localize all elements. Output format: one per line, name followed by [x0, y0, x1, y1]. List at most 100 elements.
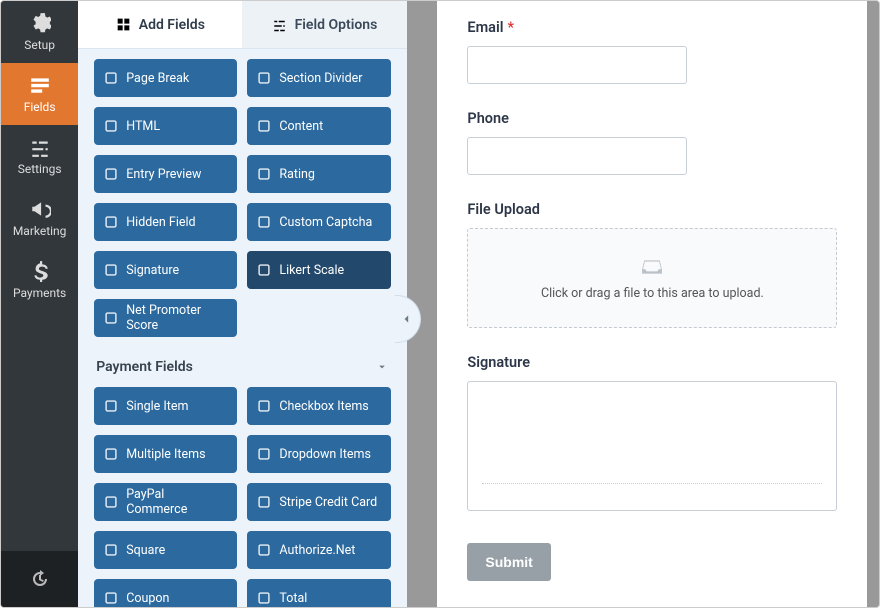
payment-block-authorize-net[interactable]: Authorize.Net — [247, 531, 390, 569]
star-icon — [257, 167, 271, 181]
tab-field-options[interactable]: Field Options — [242, 1, 406, 48]
field-block-likert-scale[interactable]: Likert Scale — [247, 251, 390, 289]
field-block-section-divider[interactable]: Section Divider — [247, 59, 390, 97]
form-canvas[interactable]: Email* Phone File Upload Click or drag a… — [437, 1, 867, 607]
tab-add-fields[interactable]: Add Fields — [78, 1, 242, 48]
sidebar-item-marketing[interactable]: Marketing — [1, 187, 78, 249]
page-icon — [104, 71, 118, 85]
upload-hint: Click or drag a file to this area to upl… — [541, 286, 764, 301]
gauge-icon — [104, 311, 118, 325]
sidebar-item-label: Marketing — [13, 224, 67, 238]
signature-label: Signature — [467, 354, 837, 371]
card-icon — [257, 543, 271, 557]
field-block-hidden-field[interactable]: Hidden Field — [94, 203, 237, 241]
dollar-icon — [29, 260, 51, 282]
field-block-signature[interactable]: Signature — [94, 251, 237, 289]
card-icon — [257, 495, 271, 509]
gear-icon — [29, 12, 51, 34]
payment-block-coupon[interactable]: Coupon — [94, 579, 237, 607]
payment-block-dropdown-items[interactable]: Dropdown Items — [247, 435, 390, 473]
form-icon — [29, 74, 51, 96]
code-icon — [104, 119, 118, 133]
grid-icon — [116, 17, 131, 32]
field-block-label: Rating — [279, 167, 315, 182]
field-block-label: Hidden Field — [126, 215, 195, 230]
history-button[interactable] — [1, 551, 78, 607]
panel-body[interactable]: Page Break Section Divider HTML Content Entr… — [78, 49, 406, 607]
field-block-content[interactable]: Content — [247, 107, 390, 145]
payment-block-multiple-items[interactable]: Multiple Items — [94, 435, 237, 473]
field-block-label: Square — [126, 543, 165, 558]
field-block-label: Coupon — [126, 591, 169, 606]
field-block-label: Total — [279, 591, 307, 606]
bullhorn-icon — [29, 198, 51, 220]
sidebar-item-settings[interactable]: Settings — [1, 125, 78, 187]
upload-label: File Upload — [467, 201, 837, 218]
field-block-net-promoter-score[interactable]: Net Promoter Score — [94, 299, 237, 337]
field-block-label: Likert Scale — [279, 263, 344, 278]
field-block-html[interactable]: HTML — [94, 107, 237, 145]
upload-dropzone[interactable]: Click or drag a file to this area to upl… — [467, 228, 837, 328]
eyeoff-icon — [104, 215, 118, 229]
field-email[interactable]: Email* — [467, 19, 837, 84]
left-sidebar: Setup Fields Settings Marketing Payments — [1, 1, 78, 607]
chevron-down-icon[interactable] — [375, 360, 389, 374]
field-block-custom-captcha[interactable]: Custom Captcha — [247, 203, 390, 241]
field-block-label: Checkbox Items — [279, 399, 368, 414]
field-block-label: Custom Captcha — [279, 215, 372, 230]
eye-icon — [104, 167, 118, 181]
field-block-rating[interactable]: Rating — [247, 155, 390, 193]
doc-icon — [257, 119, 271, 133]
field-block-entry-preview[interactable]: Entry Preview — [94, 155, 237, 193]
field-block-label: Signature — [126, 263, 179, 278]
field-phone[interactable]: Phone — [467, 110, 837, 175]
list-icon — [104, 447, 118, 461]
signature-pad[interactable] — [467, 381, 837, 511]
sidebar-item-label: Fields — [24, 100, 56, 114]
inbox-icon — [641, 256, 663, 278]
dots-icon — [257, 263, 271, 277]
field-file-upload[interactable]: File Upload Click or drag a file to this… — [467, 201, 837, 328]
card-icon — [104, 495, 118, 509]
submit-button[interactable]: Submit — [467, 543, 550, 581]
field-block-label: Net Promoter Score — [126, 303, 227, 333]
payment-block-paypal-commerce[interactable]: PayPal Commerce — [94, 483, 237, 521]
tab-label: Field Options — [295, 17, 378, 33]
dropdown-icon — [257, 447, 271, 461]
payment-block-stripe-credit-card[interactable]: Stripe Credit Card — [247, 483, 390, 521]
email-label: Email* — [467, 19, 837, 36]
sidebar-item-setup[interactable]: Setup — [1, 1, 78, 63]
sidebar-item-label: Setup — [24, 38, 55, 52]
field-block-label: Stripe Credit Card — [279, 495, 377, 510]
section-title: Payment Fields — [96, 359, 193, 375]
field-block-label: Section Divider — [279, 71, 362, 86]
sidebar-item-label: Payments — [13, 286, 66, 300]
divide-icon — [257, 71, 271, 85]
phone-input[interactable] — [467, 137, 687, 175]
sliders-icon — [29, 136, 51, 158]
payment-block-total[interactable]: Total — [247, 579, 390, 607]
field-block-label: Multiple Items — [126, 447, 205, 462]
field-block-label: Single Item — [126, 399, 188, 414]
section-payment-fields[interactable]: Payment Fields — [96, 359, 388, 375]
help-icon — [257, 215, 271, 229]
check-icon — [257, 399, 271, 413]
field-block-page-break[interactable]: Page Break — [94, 59, 237, 97]
payment-block-single-item[interactable]: Single Item — [94, 387, 237, 425]
tab-label: Add Fields — [139, 17, 205, 33]
coupon-icon — [104, 591, 118, 605]
payment-block-checkbox-items[interactable]: Checkbox Items — [247, 387, 390, 425]
sidebar-item-fields[interactable]: Fields — [1, 63, 78, 125]
required-marker: * — [508, 19, 515, 36]
sum-icon — [257, 591, 271, 605]
sidebar-item-payments[interactable]: Payments — [1, 249, 78, 311]
panel-tabs: Add Fields Field Options — [78, 1, 406, 49]
field-signature[interactable]: Signature — [467, 354, 837, 511]
email-input[interactable] — [467, 46, 687, 84]
field-block-label: HTML — [126, 119, 160, 134]
doc-icon — [104, 399, 118, 413]
form-preview: Email* Phone File Upload Click or drag a… — [437, 1, 867, 607]
payment-block-square[interactable]: Square — [94, 531, 237, 569]
sidebar-item-label: Settings — [18, 162, 62, 176]
field-block-label: Page Break — [126, 71, 189, 86]
